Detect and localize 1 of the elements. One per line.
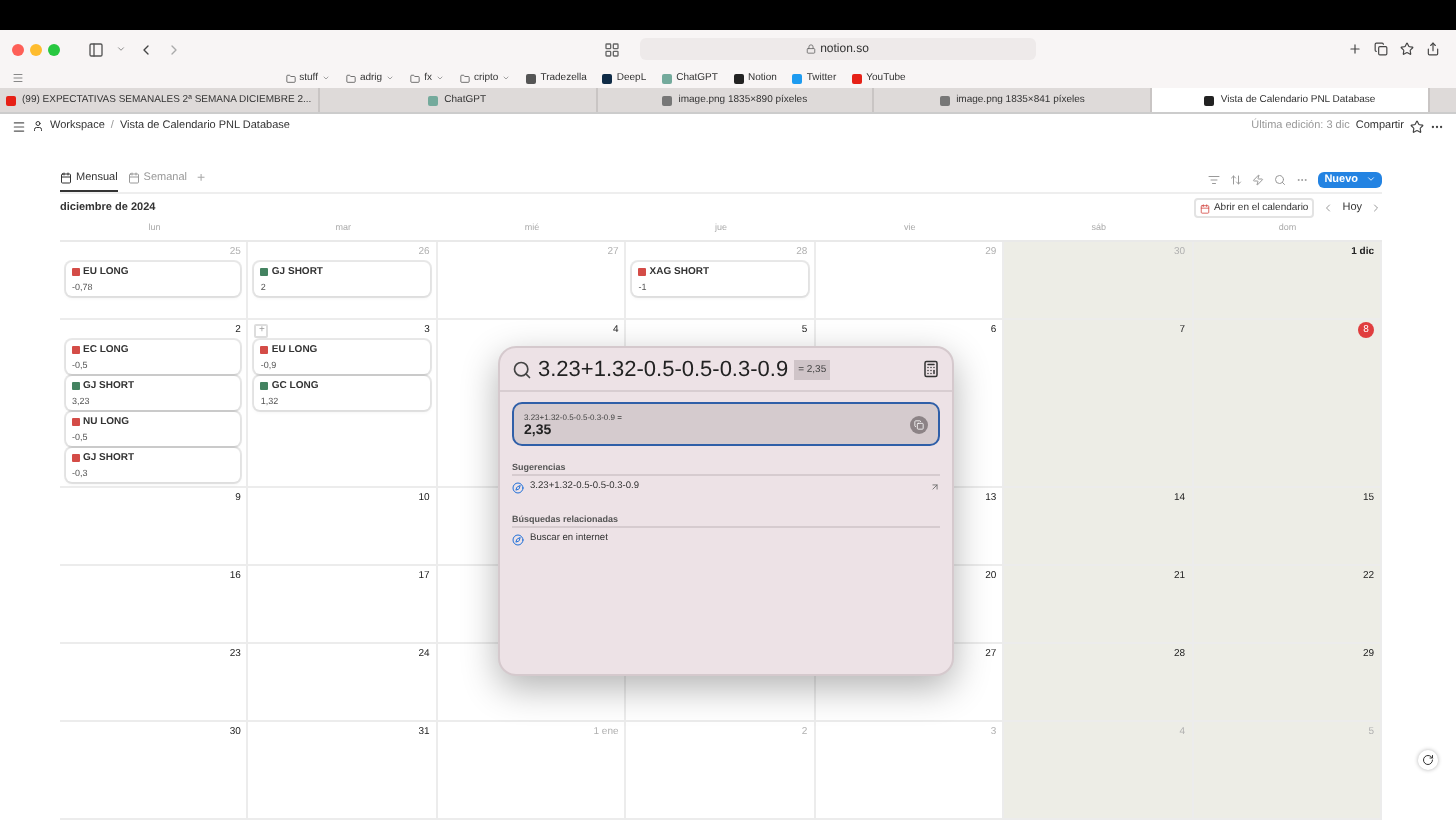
search-query[interactable]: 3.23+1.32-0.5-0.5-0.3-0.9 [538,357,789,381]
